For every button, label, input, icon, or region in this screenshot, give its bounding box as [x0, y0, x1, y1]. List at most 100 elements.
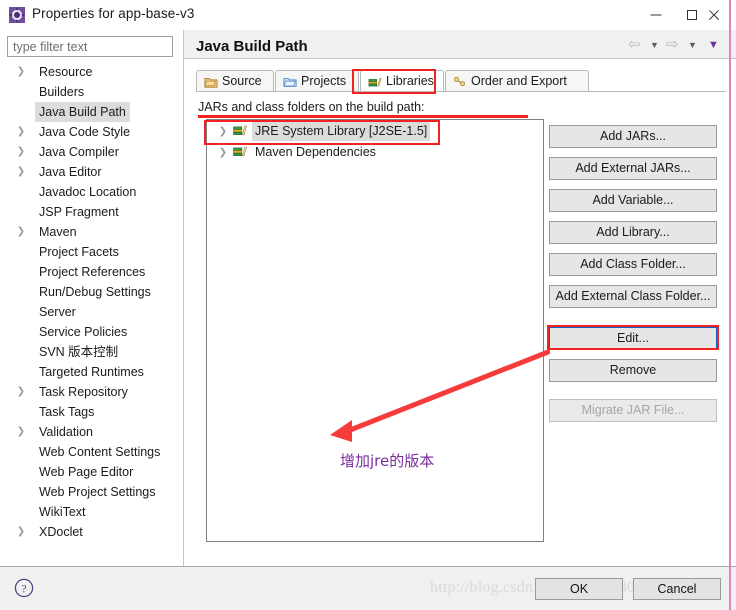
sidebar-item-label: Maven: [39, 225, 77, 239]
sidebar-item-builders[interactable]: Builders: [5, 82, 181, 102]
sidebar-item-java-build-path[interactable]: Java Build Path: [5, 102, 181, 122]
tab-source[interactable]: Source: [196, 70, 274, 92]
button-add-library[interactable]: Add Library...: [549, 221, 717, 244]
sidebar-item-task-repository[interactable]: ❯ Task Repository: [5, 382, 181, 402]
sidebar-item-jsp-fragment[interactable]: JSP Fragment: [5, 202, 181, 222]
expand-chevron-icon[interactable]: ❯: [15, 422, 27, 442]
tab-label: Order and Export: [471, 74, 567, 88]
sidebar-item-label: Project Facets: [39, 245, 119, 259]
expand-chevron-icon[interactable]: ❯: [15, 222, 27, 242]
sidebar-item-label: Service Policies: [39, 325, 128, 339]
back-button[interactable]: ⇦: [628, 36, 641, 54]
order-export-icon: [453, 75, 467, 89]
tab-bar[interactable]: Source Projects Libraries Order and Export: [196, 70, 726, 92]
tab-libraries[interactable]: Libraries: [360, 70, 444, 92]
sidebar-item-service-policies[interactable]: Service Policies: [5, 322, 181, 342]
button-add-class-folder[interactable]: Add Class Folder...: [549, 253, 717, 276]
sidebar-item-label: Task Tags: [39, 405, 95, 419]
page-title: Java Build Path: [196, 38, 308, 55]
sidebar-item-label: Javadoc Location: [39, 185, 137, 199]
expand-chevron-icon[interactable]: ❯: [15, 162, 27, 182]
cancel-button[interactable]: Cancel: [633, 578, 721, 600]
close-icon: [708, 9, 721, 22]
list-item-label: Maven Dependencies: [255, 145, 376, 159]
chevron-down-icon: ▼: [708, 39, 719, 51]
expand-chevron-icon[interactable]: ❯: [15, 142, 27, 162]
sidebar-item-javadoc-location[interactable]: Javadoc Location: [5, 182, 181, 202]
sidebar-item-run-debug-settings[interactable]: Run/Debug Settings: [5, 282, 181, 302]
sidebar-item-label: Targeted Runtimes: [39, 365, 144, 379]
button-add-variable[interactable]: Add Variable...: [549, 189, 717, 212]
sidebar-item-maven[interactable]: ❯ Maven: [5, 222, 181, 242]
sidebar-item-label: Validation: [39, 425, 93, 439]
sidebar-item-label: Run/Debug Settings: [39, 285, 151, 299]
settings-tree[interactable]: ❯ Resource Builders Java Build Path ❯ Java Co…: [5, 62, 181, 570]
sidebar-item-label: Web Project Settings: [39, 485, 156, 499]
button-add-jars[interactable]: Add JARs...: [549, 125, 717, 148]
sidebar-item-label: Java Build Path: [35, 102, 130, 122]
projects-folder-icon: [283, 75, 297, 89]
button-edit[interactable]: Edit...: [549, 327, 717, 350]
expand-chevron-icon[interactable]: ❯: [15, 62, 27, 82]
filter-placeholder: type filter text: [13, 40, 88, 54]
sidebar-item-java-compiler[interactable]: ❯ Java Compiler: [5, 142, 181, 162]
button-add-external-jars[interactable]: Add External JARs...: [549, 157, 717, 180]
window-title: Properties for app-base-v3: [32, 6, 195, 21]
forward-arrow-icon: ⇨: [666, 36, 679, 53]
minimize-button[interactable]: [640, 0, 672, 30]
forward-button[interactable]: ⇨: [666, 36, 679, 54]
expand-chevron-icon[interactable]: ❯: [217, 122, 229, 141]
list-item[interactable]: ❯ Maven Dependencies: [207, 143, 543, 162]
list-item[interactable]: ❯ JRE System Library [J2SE-1.5]: [207, 122, 543, 141]
sidebar-item-validation[interactable]: ❯ Validation: [5, 422, 181, 442]
button-add-external-class-folder[interactable]: Add External Class Folder...: [549, 285, 717, 308]
sidebar-item-project-references[interactable]: Project References: [5, 262, 181, 282]
right-edge-marker: [729, 0, 731, 610]
sidebar-item-web-content-settings[interactable]: Web Content Settings: [5, 442, 181, 462]
sidebar-item-xdoclet[interactable]: ❯ XDoclet: [5, 522, 181, 542]
sidebar-item-wikitext[interactable]: WikiText: [5, 502, 181, 522]
sidebar-item-java-editor[interactable]: ❯ Java Editor: [5, 162, 181, 182]
tab-order-and-export[interactable]: Order and Export: [445, 70, 589, 92]
back-menu-button[interactable]: ▼: [650, 36, 659, 54]
sidebar-item-web-page-editor[interactable]: Web Page Editor: [5, 462, 181, 482]
ok-button[interactable]: OK: [535, 578, 623, 600]
help-question-icon[interactable]: ?: [14, 578, 34, 598]
button-remove[interactable]: Remove: [549, 359, 717, 382]
sidebar-item-resource[interactable]: ❯ Resource: [5, 62, 181, 82]
tab-label: Libraries: [386, 74, 434, 88]
sidebar-item-label: Server: [39, 305, 76, 319]
sidebar-item-label: SVN 版本控制: [39, 345, 119, 359]
expand-chevron-icon[interactable]: ❯: [15, 382, 27, 402]
sidebar-item-label: XDoclet: [39, 525, 83, 539]
expand-chevron-icon[interactable]: ❯: [217, 143, 229, 162]
sidebar-item-java-code-style[interactable]: ❯ Java Code Style: [5, 122, 181, 142]
source-folder-icon: [204, 75, 218, 89]
svg-text:?: ?: [21, 584, 26, 596]
view-menu-button[interactable]: ▼: [708, 36, 719, 54]
forward-menu-button[interactable]: ▼: [688, 36, 697, 54]
library-books-icon: [233, 125, 248, 138]
sidebar-item-task-tags[interactable]: Task Tags: [5, 402, 181, 422]
sidebar-item-project-facets[interactable]: Project Facets: [5, 242, 181, 262]
properties-gear-icon: [9, 7, 25, 23]
back-arrow-icon: ⇦: [628, 36, 641, 53]
sidebar-item-label: Project References: [39, 265, 146, 279]
sidebar-item-label: Web Content Settings: [39, 445, 161, 459]
expand-chevron-icon[interactable]: ❯: [15, 122, 27, 142]
sidebar-item-label: JSP Fragment: [39, 205, 119, 219]
filter-input[interactable]: type filter text: [7, 36, 173, 57]
build-path-list[interactable]: ❯ JRE System Library [J2SE-1.5] ❯ Maven Dep…: [206, 119, 544, 542]
tab-label: Source: [222, 74, 262, 88]
expand-chevron-icon[interactable]: ❯: [15, 522, 27, 542]
sidebar-item-svn[interactable]: SVN 版本控制: [5, 342, 181, 362]
annotation-note: 增加jre的版本: [340, 452, 435, 470]
sidebar-item-targeted-runtimes[interactable]: Targeted Runtimes: [5, 362, 181, 382]
tab-label: Projects: [301, 74, 347, 88]
close-button[interactable]: [696, 0, 732, 30]
properties-dialog: Properties for app-base-v3 type filter t…: [0, 0, 736, 610]
tab-projects[interactable]: Projects: [275, 70, 359, 92]
sidebar-item-web-project-settings[interactable]: Web Project Settings: [5, 482, 181, 502]
sidebar-item-label: Java Editor: [39, 165, 102, 179]
sidebar-item-server[interactable]: Server: [5, 302, 181, 322]
